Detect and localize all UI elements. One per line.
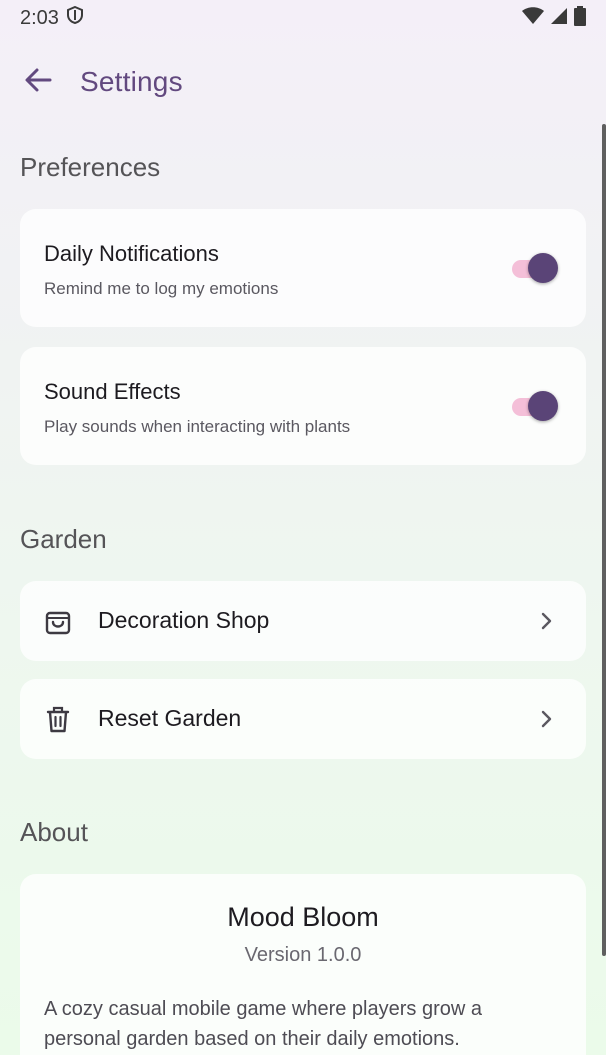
chevron-right-icon (534, 609, 558, 633)
switch-thumb (528, 253, 558, 283)
setting-daily-notifications[interactable]: Daily Notifications Remind me to log my … (20, 209, 586, 327)
daily-notifications-switch[interactable] (512, 253, 558, 283)
decoration-shop-label: Decoration Shop (98, 607, 270, 633)
setting-sound-effects[interactable]: Sound Effects Play sounds when interacti… (20, 347, 586, 465)
decoration-shop-item[interactable]: Decoration Shop (20, 581, 586, 661)
setting-title: Daily Notifications (44, 241, 219, 266)
setting-subtitle: Remind me to log my emotions (44, 279, 279, 298)
back-button[interactable] (14, 58, 62, 106)
shopping-bag-icon (44, 607, 72, 635)
reset-garden-label: Reset Garden (98, 705, 242, 731)
switch-thumb (528, 391, 558, 421)
cell-signal-icon (550, 7, 568, 30)
app-version: Version 1.0.0 (244, 944, 362, 966)
status-right (522, 5, 586, 31)
arrow-back-icon (24, 66, 52, 99)
status-time: 2:03 (20, 6, 59, 29)
section-title-preferences: Preferences (20, 152, 161, 182)
battery-icon (574, 5, 586, 31)
sound-effects-switch[interactable] (512, 391, 558, 421)
app-name: Mood Bloom (227, 902, 379, 932)
setting-subtitle: Play sounds when interacting with plants (44, 417, 351, 436)
wifi-icon (522, 6, 544, 30)
top-app-bar: Settings (0, 44, 606, 120)
section-title-garden: Garden (20, 524, 107, 554)
setting-title: Sound Effects (44, 379, 181, 404)
scrollbar[interactable] (602, 124, 606, 956)
chevron-right-icon (534, 707, 558, 731)
reset-garden-item[interactable]: Reset Garden (20, 679, 586, 759)
trash-icon (44, 705, 72, 733)
status-left: 2:03 (20, 5, 83, 30)
about-card: Mood Bloom Version 1.0.0 A cozy casual m… (20, 874, 586, 1055)
app-description: A cozy casual mobile game where players … (44, 998, 482, 1050)
status-bar: 2:03 (0, 0, 606, 36)
page-title: Settings (80, 66, 183, 97)
shield-icon (66, 5, 83, 30)
section-title-about: About (20, 817, 88, 847)
